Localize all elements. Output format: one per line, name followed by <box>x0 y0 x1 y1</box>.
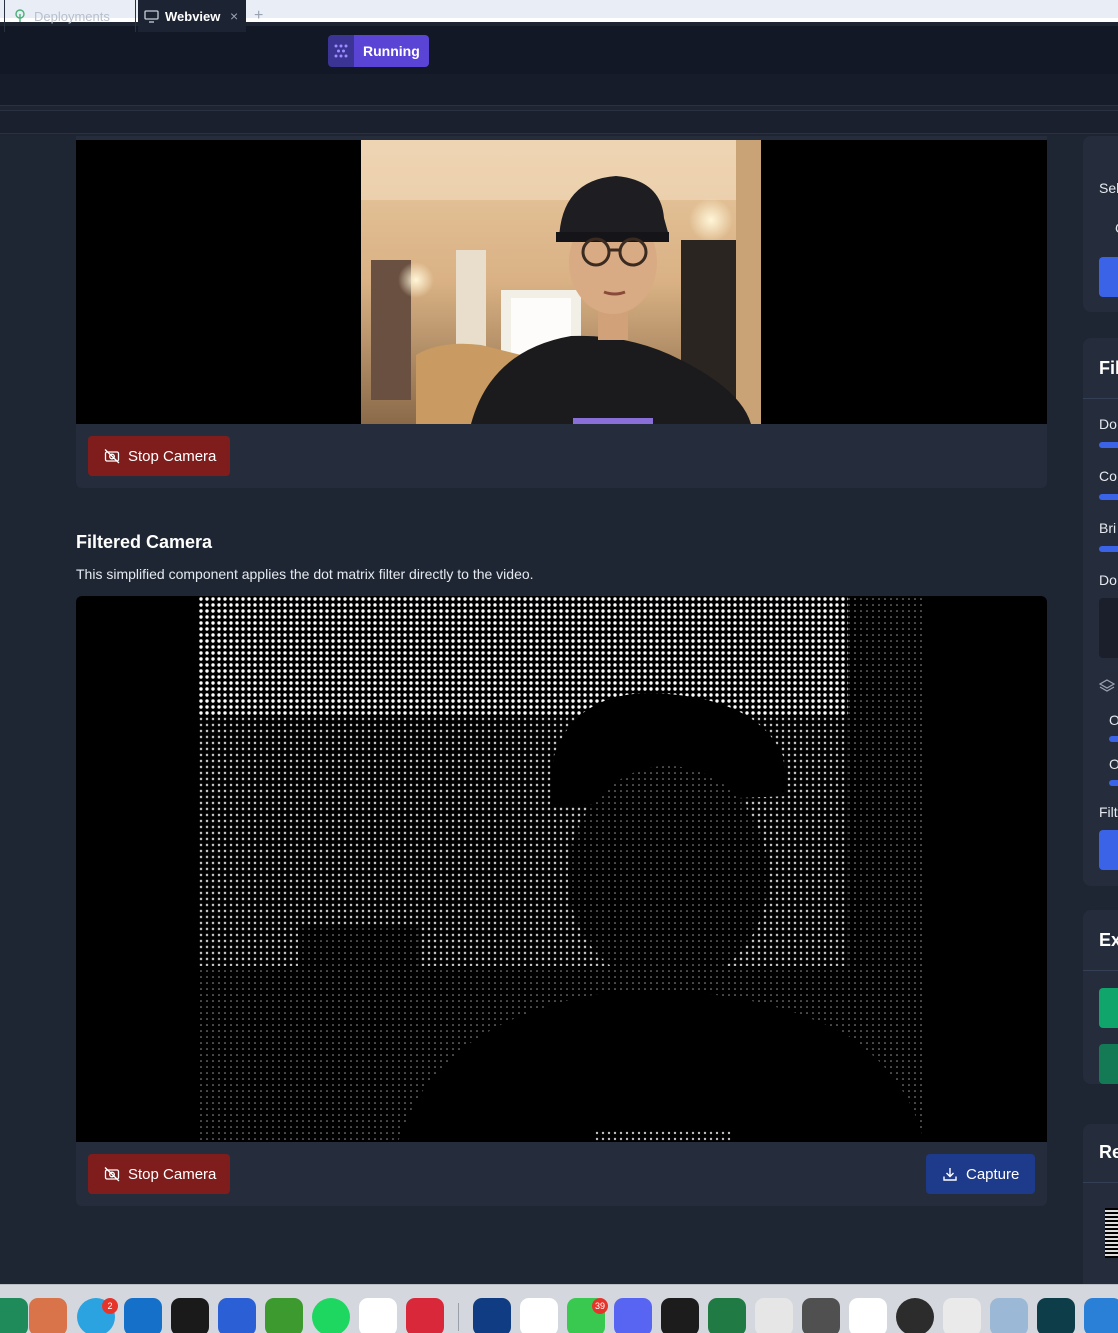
webview-address-bar <box>0 110 1118 134</box>
dot-size-label: Do <box>1099 416 1117 432</box>
capture-button[interactable]: Capture <box>926 1154 1035 1194</box>
stop-camera-button[interactable]: Stop Camera <box>88 436 230 476</box>
tab-deployments-label: Deployments <box>34 8 110 24</box>
camera-select-panel: Sel C <box>1083 136 1118 312</box>
perplexity-icon[interactable] <box>1037 1298 1075 1333</box>
export-panel: Ex <box>1083 910 1118 1084</box>
capture-label: Capture <box>966 1165 1020 1183</box>
filtered-camera-title: Filtered Camera <box>76 532 213 552</box>
export-primary-button[interactable] <box>1099 988 1118 1028</box>
export-secondary-button[interactable] <box>1099 1044 1118 1084</box>
contrast-slider[interactable] <box>1099 494 1118 500</box>
camera-video <box>76 140 1047 424</box>
download-icon <box>943 1168 957 1181</box>
export-divider <box>1083 970 1118 971</box>
activity-monitor-icon[interactable] <box>171 1298 209 1333</box>
preview-icon[interactable] <box>990 1298 1028 1333</box>
filter-type-label: Filt <box>1099 804 1118 820</box>
dot-matrix-canvas <box>198 596 924 1142</box>
expressvpn-icon[interactable] <box>406 1298 444 1333</box>
layers-icon <box>1099 679 1115 692</box>
recent-captures-panel: Re <box>1083 1124 1118 1284</box>
camera-card: Stop Camera <box>76 136 1047 488</box>
cube-app-icon[interactable] <box>661 1298 699 1333</box>
discord-icon[interactable] <box>614 1298 652 1333</box>
filter-settings-divider <box>1083 398 1118 399</box>
filter-settings-title: Fil <box>1099 358 1118 378</box>
app-topbar <box>0 26 1118 74</box>
camera-off-icon <box>104 1167 120 1182</box>
telegram-badge: 2 <box>102 1298 118 1314</box>
filter-settings-panel: Fil Do Co Bri Do O O Filt <box>1083 338 1118 886</box>
app-icon-partial[interactable] <box>1084 1298 1118 1333</box>
tab-webview-label: Webview <box>165 8 221 24</box>
recent-captures-divider <box>1083 1182 1118 1183</box>
tab-bar <box>0 74 1118 106</box>
messages-badge: 39 <box>592 1298 608 1314</box>
stop-camera-label: Stop Camera <box>128 447 217 465</box>
deployments-tree-icon <box>15 9 25 22</box>
wps-icon[interactable] <box>849 1298 887 1333</box>
dock-divider <box>458 1303 459 1331</box>
camera-off-icon <box>104 449 120 464</box>
readwise-icon[interactable] <box>473 1298 511 1333</box>
camera-select-label: Sel <box>1099 180 1118 196</box>
filtered-camera-video <box>76 596 1047 1142</box>
tab-close-icon[interactable]: × <box>230 0 238 32</box>
macos-dock: 2 39 <box>0 1284 1118 1333</box>
filtered-camera-card: Stop Camera Capture <box>76 596 1047 1206</box>
capcut-icon[interactable] <box>359 1298 397 1333</box>
webview-content: Stop Camera Filtered Camera This simplif… <box>0 136 1118 1284</box>
tab-deployments[interactable]: Deployments <box>4 0 136 32</box>
camera-feed-image <box>361 140 761 424</box>
excel-icon[interactable] <box>708 1298 746 1333</box>
filtered-camera-description: This simplified component applies the do… <box>76 566 534 582</box>
dot-color-preview[interactable] <box>1099 598 1118 658</box>
running-status-badge[interactable]: Running <box>328 35 429 67</box>
outlook-icon[interactable] <box>124 1298 162 1333</box>
spark-icon[interactable] <box>520 1298 558 1333</box>
recent-captures-title: Re <box>1099 1142 1118 1162</box>
brightness-label: Bri <box>1099 520 1117 536</box>
brightness-slider[interactable] <box>1099 546 1118 552</box>
installer-icon[interactable] <box>755 1298 793 1333</box>
overlay-option-1-slider[interactable] <box>1109 736 1118 742</box>
running-app-icon <box>328 35 354 67</box>
finder-icon[interactable] <box>0 1298 28 1333</box>
filtered-stop-camera-label: Stop Camera <box>128 1165 217 1183</box>
spotify-icon[interactable] <box>312 1298 350 1333</box>
dot-color-label: Do <box>1099 572 1117 588</box>
claude-icon[interactable] <box>29 1298 67 1333</box>
new-tab-icon[interactable]: + <box>254 0 263 32</box>
camera-select-button[interactable] <box>1099 257 1118 297</box>
overlay-option-1-label: O <box>1109 712 1118 728</box>
filtered-stop-camera-button[interactable]: Stop Camera <box>88 1154 230 1194</box>
vscode-icon[interactable] <box>218 1298 256 1333</box>
recent-capture-thumbnail[interactable] <box>1105 1208 1118 1258</box>
monitor-icon <box>144 9 159 23</box>
minecraft-icon[interactable] <box>265 1298 303 1333</box>
xcode-icon[interactable] <box>943 1298 981 1333</box>
overlay-option-2-label: O <box>1109 756 1118 772</box>
contrast-label: Co <box>1099 468 1117 484</box>
overlay-option-2-slider[interactable] <box>1109 780 1118 786</box>
quicktime-icon[interactable] <box>896 1298 934 1333</box>
running-label: Running <box>354 35 429 67</box>
dot-size-slider[interactable] <box>1099 442 1118 448</box>
apply-filter-button[interactable] <box>1099 830 1118 870</box>
calculator-icon[interactable] <box>802 1298 840 1333</box>
export-title: Ex <box>1099 930 1118 950</box>
